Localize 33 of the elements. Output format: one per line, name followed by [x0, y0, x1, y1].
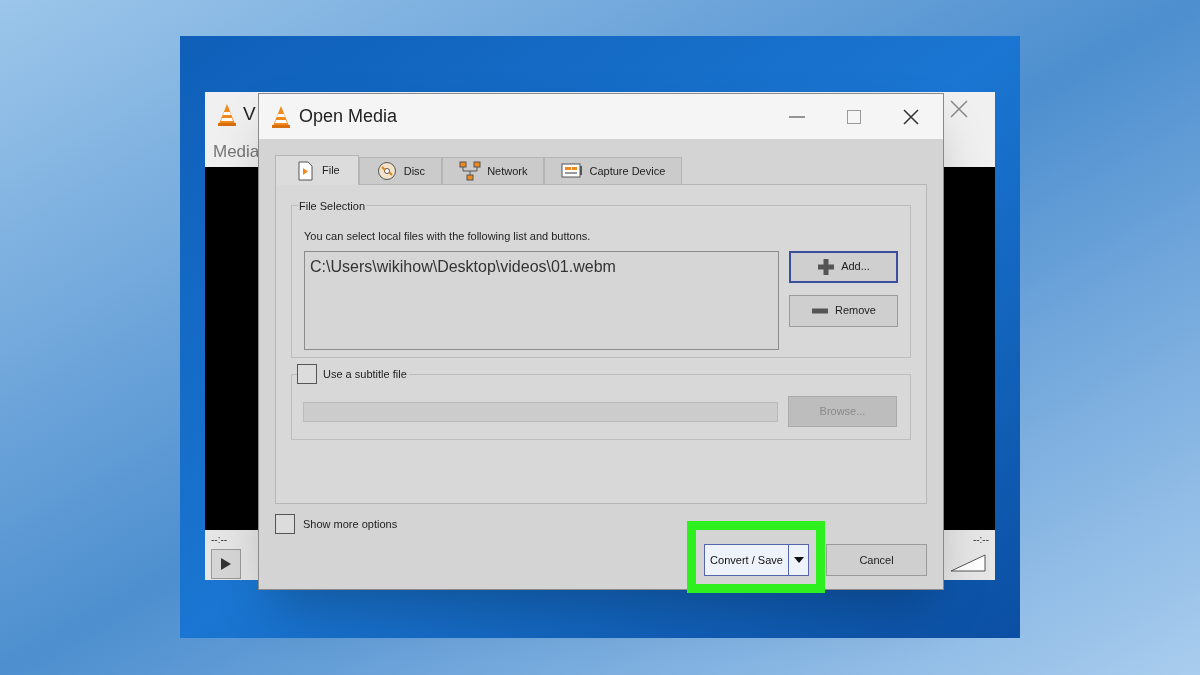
- cancel-button[interactable]: Cancel: [826, 544, 927, 576]
- minimize-icon[interactable]: [789, 115, 805, 118]
- tab[interactable]: Network: [442, 157, 545, 184]
- network-icon: [459, 161, 482, 181]
- total-time: --:--: [972, 533, 989, 547]
- add-button[interactable]: Add...: [789, 250, 898, 283]
- elapsed-time: --:--: [211, 533, 229, 547]
- tab[interactable]: Disc: [358, 157, 443, 184]
- maximize-icon[interactable]: [847, 109, 861, 124]
- minus-icon: [811, 307, 829, 314]
- instruction-text: You can select local files with the following list and buttons.: [304, 229, 592, 244]
- checkbox-label: Use a subtitle file: [323, 366, 407, 382]
- cone-icon: [217, 102, 237, 127]
- play-icon: [220, 557, 232, 571]
- convert-save-split-button[interactable]: Convert / Save: [704, 544, 809, 576]
- disc-icon: [375, 161, 398, 181]
- tab[interactable]: Capture Device: [544, 157, 683, 184]
- menu-item[interactable]: Media: [213, 139, 260, 165]
- tab[interactable]: File: [275, 155, 359, 185]
- dropdown-caret-icon[interactable]: [793, 557, 804, 563]
- capture-card-icon: [561, 161, 584, 181]
- window-title: V: [243, 102, 256, 127]
- dialog-title: Open Media: [299, 105, 398, 128]
- file-list[interactable]: C:\Users\wikihow\Desktop\videos\01.webm: [304, 250, 779, 350]
- cone-icon: [271, 104, 291, 129]
- file-list-item[interactable]: C:\Users\wikihow\Desktop\videos\01.webm: [310, 254, 773, 279]
- checkbox-label: Show more options: [303, 516, 398, 532]
- convert-save-label[interactable]: Convert / Save: [705, 551, 788, 569]
- close-icon[interactable]: [903, 108, 919, 125]
- play-button[interactable]: [211, 549, 241, 579]
- remove-button[interactable]: Remove: [789, 294, 898, 327]
- plus-icon: [817, 257, 836, 276]
- options-checkbox[interactable]: [275, 514, 295, 534]
